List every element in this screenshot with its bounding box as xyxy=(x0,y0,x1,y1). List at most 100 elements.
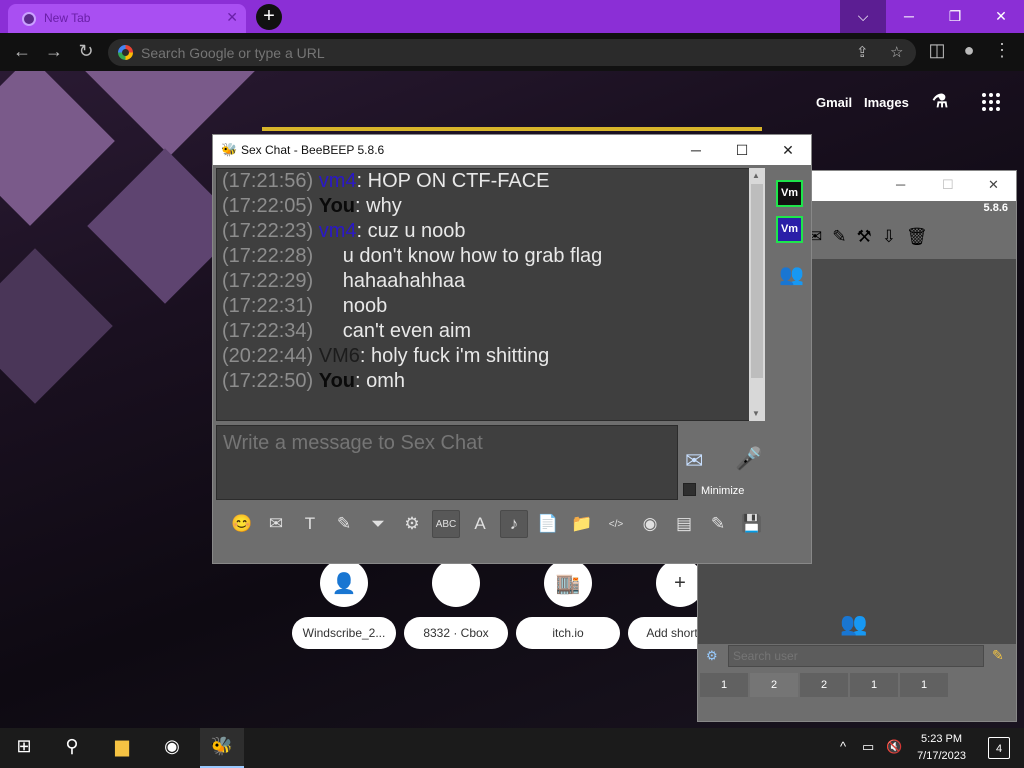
emoticon-icon[interactable]: 😊 xyxy=(228,510,256,538)
profile-icon[interactable]: ● xyxy=(957,40,981,61)
chat-message: (17:22:28) u don't know how to grab flag xyxy=(217,244,763,269)
download-icon[interactable]: ⇩ xyxy=(882,227,896,247)
message-input[interactable] xyxy=(217,426,677,499)
group-members-icon[interactable]: 👥 xyxy=(779,262,804,287)
chat-window-title: Sex Chat - BeeBEEP 5.8.6 xyxy=(241,143,385,157)
shortcut-label: itch.io xyxy=(516,617,620,649)
list-icon[interactable]: ▤ xyxy=(670,510,698,538)
main-close-button[interactable]: ✕ xyxy=(988,177,999,193)
clock-time: 5:23 PM xyxy=(921,733,963,745)
chat-window: 🐝 Sex Chat - BeeBEEP 5.8.6 ─ ☐ ✕ (17:21:… xyxy=(212,134,812,564)
message-sender[interactable]: VM6 xyxy=(319,345,360,367)
tab-users[interactable]: 1 xyxy=(700,673,748,697)
browser-tab-bar: New Tab ✕ + ⌵ ─ ❐ ✕ xyxy=(0,0,1024,33)
scroll-down-icon[interactable]: ▼ xyxy=(752,409,760,418)
shortcut-windscribe[interactable]: 👤 Windscribe_2... xyxy=(292,559,396,649)
close-button[interactable]: ✕ xyxy=(978,0,1024,33)
volume-muted-icon[interactable]: 🔇 xyxy=(886,739,902,755)
chat-maximize-button[interactable]: ☐ xyxy=(719,138,765,162)
images-link[interactable]: Images xyxy=(864,95,909,110)
chat-close-button[interactable]: ✕ xyxy=(765,138,811,162)
omnibox[interactable]: ⇪ ☆ xyxy=(108,39,916,66)
message-text: omh xyxy=(360,370,406,392)
gmail-link[interactable]: Gmail xyxy=(816,95,852,110)
clock[interactable]: 5:23 PM 7/17/2023 xyxy=(917,731,966,765)
chat-minimize-button[interactable]: ─ xyxy=(673,138,719,162)
minimize-label: Minimize xyxy=(701,485,745,497)
search-icon[interactable]: ⚲ xyxy=(58,736,86,760)
tab-groups[interactable]: 2 xyxy=(750,673,798,697)
tab-members[interactable]: 1 xyxy=(850,673,898,697)
trash-icon[interactable]: 🗑 xyxy=(906,227,928,247)
send-icon[interactable]: ✉ xyxy=(685,448,703,474)
forward-button[interactable]: → xyxy=(42,41,66,62)
message-sender[interactable]: You xyxy=(319,195,355,217)
send-mail-icon[interactable]: ✉ xyxy=(262,510,290,538)
code-icon[interactable]: </> xyxy=(602,510,630,538)
pen-icon[interactable]: ✎ xyxy=(330,510,358,538)
compose-icon[interactable]: ✎ xyxy=(832,227,846,247)
apps-grid-icon[interactable] xyxy=(982,93,1000,111)
filter-icon[interactable]: ⏷ xyxy=(364,510,392,538)
main-minimize-button[interactable]: ─ xyxy=(896,177,905,192)
chrome-icon[interactable]: ◉ xyxy=(158,736,186,760)
main-maximize-button[interactable]: ☐ xyxy=(942,177,954,193)
message-sender[interactable]: You xyxy=(319,370,355,392)
scroll-thumb[interactable] xyxy=(751,184,763,378)
windows-start-icon[interactable]: ⊞ xyxy=(10,736,38,760)
beebeep-taskbar-button[interactable]: 🐝 xyxy=(200,728,244,768)
notification-center-icon[interactable]: 4 xyxy=(988,737,1010,759)
reload-button[interactable]: ↻ xyxy=(74,41,98,62)
folder-icon[interactable]: 📁 xyxy=(568,510,596,538)
tray-overflow-icon[interactable]: ^ xyxy=(840,739,846,754)
message-text: why xyxy=(360,195,402,217)
edit-icon[interactable]: ✎ xyxy=(704,510,732,538)
shortcut-itch[interactable]: 🏬 itch.io xyxy=(516,559,620,649)
minimize-checkbox[interactable] xyxy=(683,483,696,496)
document-icon[interactable]: 📄 xyxy=(534,510,562,538)
shortcut-cbox[interactable]: 8332 · Cbox xyxy=(404,559,508,649)
scroll-up-icon[interactable]: ▲ xyxy=(752,171,760,180)
share-icon[interactable]: ⇪ xyxy=(856,43,869,61)
webcam-icon[interactable]: ◉ xyxy=(636,510,664,538)
font-icon[interactable]: T xyxy=(296,510,324,538)
tab-new-tab[interactable]: New Tab ✕ xyxy=(8,4,246,33)
tab-files[interactable]: 1 xyxy=(900,673,948,697)
tab-chats[interactable]: 2 xyxy=(800,673,848,697)
tab-search-button[interactable]: ⌵ xyxy=(840,0,886,33)
microphone-icon[interactable]: 🎤 xyxy=(735,446,762,472)
message-sender[interactable]: vm4 xyxy=(319,220,357,242)
file-explorer-icon[interactable]: ▆ xyxy=(108,736,136,760)
browser-toolbar: ← → ↻ ⇪ ☆ ◫ ● ⋮ xyxy=(0,33,1024,71)
chat-message: (17:22:23) vm4: cuz u noob xyxy=(217,219,763,244)
main-toolbar: ✉ ✎ ⚒ ⇩ 🗑 xyxy=(808,227,928,247)
minimize-button[interactable]: ─ xyxy=(886,0,932,33)
member-avatar[interactable]: Vm xyxy=(776,216,803,243)
restore-button[interactable]: ❐ xyxy=(932,0,978,33)
music-icon[interactable]: ♪ xyxy=(500,510,528,538)
settings-icon[interactable]: ⚙ xyxy=(706,648,718,664)
member-avatar[interactable]: Vm xyxy=(776,180,803,207)
browser-window-controls: ⌵ ─ ❐ ✕ xyxy=(840,0,1024,33)
settings-icon[interactable]: ⚙ xyxy=(398,510,426,538)
tab-close-icon[interactable]: ✕ xyxy=(226,9,238,26)
text-icon[interactable]: A xyxy=(466,510,494,538)
member-column: Vm Vm 👥 xyxy=(771,168,809,421)
search-user-input[interactable] xyxy=(728,645,984,667)
address-input[interactable] xyxy=(141,43,841,62)
message-sender[interactable]: vm4 xyxy=(319,170,357,192)
chat-message: (17:22:05) You: why xyxy=(217,194,763,219)
star-icon[interactable]: ☆ xyxy=(890,43,903,61)
back-button[interactable]: ← xyxy=(10,41,34,62)
network-icon[interactable]: ▭ xyxy=(862,739,874,755)
new-tab-button[interactable]: + xyxy=(256,4,282,30)
clear-icon[interactable]: ✎ xyxy=(992,647,1004,664)
menu-icon[interactable]: ⋮ xyxy=(990,40,1014,61)
sidepanel-icon[interactable]: ◫ xyxy=(925,40,949,61)
save-icon[interactable]: 💾 xyxy=(738,510,766,538)
message-scrollbar[interactable]: ▲ ▼ xyxy=(749,168,765,421)
spellcheck-icon[interactable]: ABC xyxy=(432,510,460,538)
beebeep-icon: 🐝 xyxy=(210,736,234,756)
tools-icon[interactable]: ⚒ xyxy=(857,227,872,247)
labs-icon[interactable]: ⚗ xyxy=(932,91,948,112)
